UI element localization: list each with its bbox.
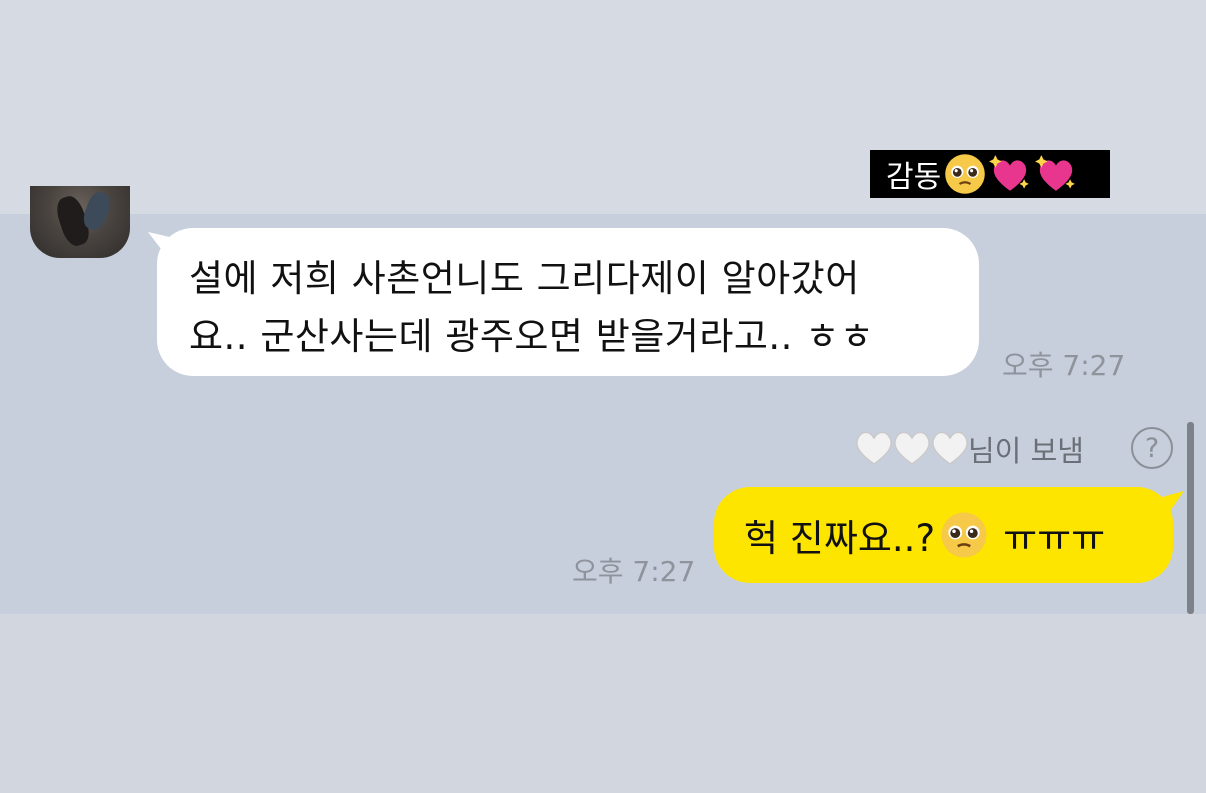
sender-name-hearts: [852, 424, 968, 470]
message-text: ㅠㅠㅠ: [1003, 517, 1106, 560]
pleading-face-icon: [941, 512, 987, 558]
pleading-face-icon: [945, 154, 986, 194]
caption-overlay: 감동: [870, 150, 1110, 198]
message-text: 헉 진짜요..?: [744, 517, 936, 560]
incoming-message-bubble[interactable]: 설에 저희 사촌언니도 그리다제이 알아갔어 요.. 군산사는데 광주오면 받을…: [157, 228, 979, 376]
caption-text: 감동: [886, 160, 942, 195]
sparkling-heart-icon: [989, 155, 1030, 191]
white-heart-icon: [932, 431, 968, 465]
message-timestamp: 오후 7:27: [1002, 349, 1126, 382]
message-timestamp: 오후 7:27: [572, 555, 696, 588]
sparkling-heart-icon: [1035, 155, 1076, 191]
scrollbar[interactable]: [1187, 422, 1194, 614]
outgoing-message-bubble[interactable]: 헉 진짜요..? ㅠㅠㅠ: [714, 487, 1173, 583]
message-line: 설에 저희 사촌언니도 그리다제이 알아갔어: [189, 257, 860, 300]
message-line: 요.. 군산사는데 광주오면 받을거라고.. ㅎㅎ: [189, 315, 875, 358]
avatar[interactable]: [30, 186, 130, 258]
help-icon[interactable]: ?: [1131, 427, 1173, 469]
bottom-background: [0, 614, 1206, 793]
